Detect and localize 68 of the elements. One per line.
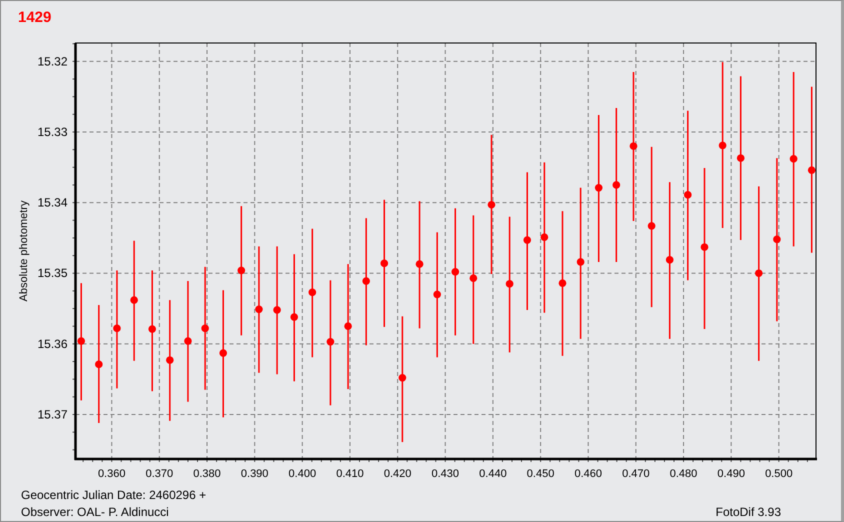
- x-tick-label: 0.360: [98, 468, 126, 480]
- point: [219, 349, 228, 357]
- point: [576, 258, 584, 266]
- point: [773, 236, 781, 244]
- point: [344, 322, 352, 330]
- point: [77, 337, 86, 345]
- point: [238, 266, 246, 274]
- point: [755, 269, 763, 278]
- point: [308, 288, 316, 296]
- y-axis-label: Absolute photometry: [18, 200, 30, 302]
- point: [433, 290, 441, 298]
- x-tick-label: 0.480: [670, 468, 698, 480]
- point: [630, 142, 638, 150]
- x-tick-label: 0.410: [336, 468, 364, 480]
- point: [416, 260, 424, 268]
- y-tick-label: 15.37: [37, 408, 68, 422]
- x-tick-label: 0.380: [193, 468, 221, 480]
- point: [201, 324, 209, 332]
- x-tick-label: 0.390: [240, 468, 268, 480]
- point: [540, 233, 548, 242]
- y-tick-label: 15.36: [37, 336, 68, 351]
- x-axis-label: Geocentric Julian Date: 2460296 +: [21, 488, 206, 502]
- point: [362, 277, 370, 285]
- point: [148, 325, 156, 333]
- point: [790, 155, 798, 163]
- x-tick-label: 0.420: [384, 468, 412, 480]
- x-tick-label: 0.440: [479, 468, 507, 480]
- x-tick-label: 0.470: [622, 468, 650, 480]
- x-tick-label: 0.370: [146, 468, 174, 480]
- software-version: FotoDif 3.93: [716, 505, 781, 519]
- point: [523, 236, 532, 244]
- y-tick-label: 15.35: [37, 266, 68, 280]
- y-tick-label: 15.32: [37, 54, 68, 68]
- point: [451, 268, 460, 276]
- point: [184, 337, 192, 345]
- point: [700, 243, 708, 251]
- y-tick-label: 15.33: [37, 125, 68, 139]
- x-tick-label: 0.490: [717, 468, 745, 480]
- point: [113, 324, 121, 332]
- point: [273, 306, 281, 314]
- point: [380, 260, 388, 268]
- point: [470, 274, 478, 282]
- point: [506, 280, 514, 288]
- point: [684, 191, 692, 199]
- y-tick-label: 15.34: [37, 196, 68, 210]
- point: [398, 374, 406, 382]
- point: [594, 184, 603, 192]
- point: [666, 256, 674, 264]
- point: [718, 142, 726, 150]
- x-tick-label: 0.430: [432, 468, 460, 480]
- point: [130, 296, 138, 304]
- point: [558, 279, 566, 287]
- point: [255, 305, 263, 314]
- x-tick-label: 0.460: [574, 468, 602, 480]
- point: [808, 166, 816, 174]
- point: [488, 200, 496, 209]
- point: [166, 356, 174, 364]
- x-tick-label: 0.500: [765, 468, 793, 480]
- x-tick-label: 0.450: [526, 468, 554, 480]
- point: [648, 222, 656, 230]
- point: [290, 313, 298, 321]
- point: [612, 181, 620, 189]
- chart-title: 1429: [18, 9, 52, 26]
- point: [736, 154, 745, 162]
- x-tick-label: 0.400: [288, 468, 316, 480]
- point: [326, 338, 334, 346]
- point: [95, 360, 103, 368]
- observer-text: Observer: OAL- P. Aldinucci: [21, 505, 170, 519]
